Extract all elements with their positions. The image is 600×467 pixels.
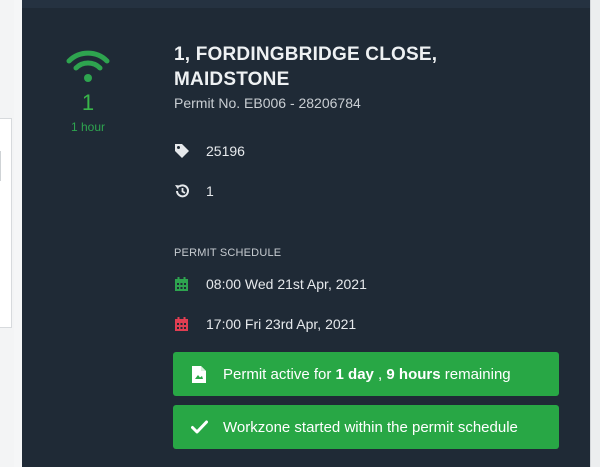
check-icon bbox=[189, 420, 209, 434]
schedule-label: PERMIT SCHEDULE bbox=[174, 247, 282, 259]
site-address: 1, FORDINGBRIDGE CLOSE, MAIDSTONE bbox=[174, 42, 574, 92]
permit-active-status[interactable]: Permit active for 1 day , 9 hours remain… bbox=[173, 352, 559, 396]
address-line-2: MAIDSTONE bbox=[174, 69, 290, 90]
tag-icon bbox=[174, 143, 194, 159]
signal-status: 1 1 hour bbox=[60, 48, 116, 134]
workzone-text: Workzone started within the permit sched… bbox=[223, 418, 518, 436]
background-card: 7 bbox=[0, 118, 12, 328]
calendar-start-icon bbox=[174, 276, 194, 292]
site-info: 1, FORDINGBRIDGE CLOSE, MAIDSTONE Permit… bbox=[174, 42, 574, 332]
permit-document-icon bbox=[189, 365, 209, 383]
permit-detail-panel: 1 1 hour 1, FORDINGBRIDGE CLOSE, MAIDSTO… bbox=[22, 0, 590, 467]
remaining-hours: 9 hours bbox=[386, 365, 441, 383]
signal-duration: 1 hour bbox=[70, 120, 106, 134]
tag-value: 25196 bbox=[206, 143, 245, 159]
background-input bbox=[0, 151, 1, 181]
schedule-start-row: 08:00 Wed 21st Apr, 2021 bbox=[174, 276, 367, 292]
history-icon bbox=[174, 183, 194, 199]
tag-row: 25196 bbox=[174, 143, 245, 159]
schedule-end-row: 17:00 Fri 23rd Apr, 2021 bbox=[174, 316, 356, 332]
calendar-end-icon bbox=[174, 316, 194, 332]
schedule-start: 08:00 Wed 21st Apr, 2021 bbox=[206, 276, 367, 292]
signal-count: 1 bbox=[81, 90, 95, 115]
schedule-end: 17:00 Fri 23rd Apr, 2021 bbox=[206, 316, 357, 332]
wifi-signal-icon bbox=[60, 48, 116, 84]
panel-top-edge bbox=[22, 0, 590, 8]
permit-number: Permit No. EB006 - 28206784 bbox=[174, 95, 361, 111]
history-value: 1 bbox=[206, 183, 214, 199]
address-line-1: 1, FORDINGBRIDGE CLOSE, bbox=[174, 44, 438, 65]
scrollbar[interactable] bbox=[590, 0, 600, 467]
remaining-days: 1 day bbox=[335, 365, 374, 383]
history-row: 1 bbox=[174, 183, 214, 199]
workzone-status[interactable]: Workzone started within the permit sched… bbox=[173, 405, 559, 449]
permit-active-text: Permit active for 1 day , 9 hours remain… bbox=[223, 365, 511, 383]
